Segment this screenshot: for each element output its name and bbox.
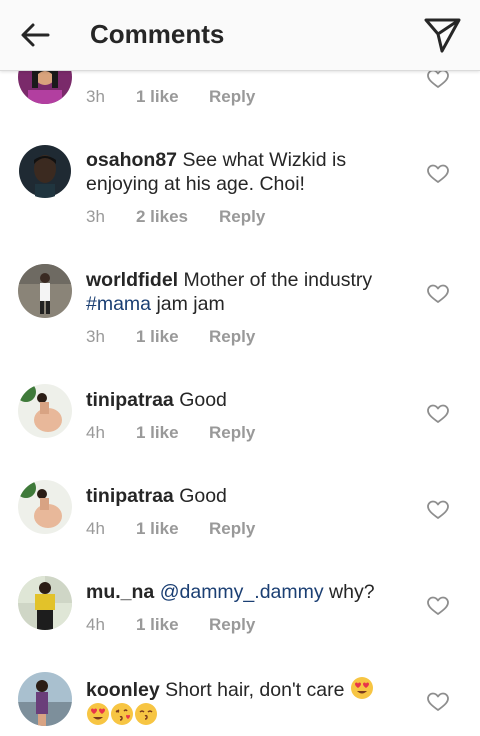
like-count[interactable]: 1 like [136, 519, 179, 539]
comment-text: mu._na @dammy_.dammy why? [86, 580, 416, 604]
avatar[interactable] [18, 480, 72, 534]
page-title: Comments [90, 19, 225, 49]
comment-text: tinipatraa Good [86, 388, 416, 412]
comment-item: koonley Short hair, don't care [0, 672, 480, 736]
comment-body: Good [179, 389, 227, 411]
heart-outline-icon[interactable] [427, 404, 449, 424]
avatar[interactable] [18, 144, 72, 198]
arrow-left-icon[interactable] [18, 18, 52, 52]
comment-username[interactable]: tinipatraa [86, 485, 174, 507]
comment-time: 3h [86, 207, 105, 226]
comment-item: tinipatraa Good 4h 1 like Reply [0, 384, 480, 464]
avatar[interactable] [18, 384, 72, 438]
comment-body: Good [179, 485, 227, 507]
comment-body: Short hair, don't care [165, 679, 345, 701]
kissing-heart-emoji [110, 702, 134, 726]
comment-text: tinipatraa Good [86, 484, 416, 508]
heart-outline-icon[interactable] [427, 164, 449, 184]
like-count[interactable]: 1 like [136, 423, 179, 443]
app-header: Comments [0, 0, 480, 71]
reply-button[interactable]: Reply [209, 87, 255, 107]
avatar[interactable] [18, 672, 72, 726]
like-count[interactable]: 1 like [136, 615, 179, 635]
heart-outline-icon[interactable] [427, 284, 449, 304]
reply-button[interactable]: Reply [209, 423, 255, 443]
like-count[interactable]: 2 likes [136, 207, 188, 227]
heart-outline-icon[interactable] [427, 500, 449, 520]
comment-text: osahon87 See what Wizkid is enjoying at … [86, 148, 416, 196]
heart-outline-icon[interactable] [427, 596, 449, 616]
comment-item: osahon87 See what Wizkid is enjoying at … [0, 144, 480, 244]
comment-time: 4h [86, 615, 105, 634]
comment-item: worldfidel Mother of the industry #mama j… [0, 264, 480, 364]
comment-username[interactable]: koonley [86, 679, 160, 701]
paper-plane-icon[interactable] [422, 16, 462, 54]
comment-item: mu._na @dammy_.dammy why? 4h 1 like Repl… [0, 576, 480, 656]
comment-body: why? [329, 581, 375, 603]
comment-time: 4h [86, 519, 105, 538]
reply-button[interactable]: Reply [219, 207, 265, 227]
comment-item: 3h 1 like Reply [0, 71, 480, 140]
heart-outline-icon[interactable] [427, 692, 449, 712]
like-count[interactable]: 1 like [136, 87, 179, 107]
comment-time: 3h [86, 327, 105, 346]
comment-username[interactable]: osahon87 [86, 149, 177, 171]
comment-time: 3h [86, 87, 105, 106]
reply-button[interactable]: Reply [209, 327, 255, 347]
comment-body-continued: jam jam [156, 293, 225, 315]
hashtag-link[interactable]: #mama [86, 293, 151, 315]
comment-username[interactable]: worldfidel [86, 269, 178, 291]
reply-button[interactable]: Reply [209, 519, 255, 539]
comment-body: Mother of the industry [183, 269, 373, 291]
kissing-smiling-emoji [134, 702, 158, 726]
heart-eyes-emoji [350, 677, 373, 699]
heart-eyes-emoji [87, 703, 109, 725]
comment-username[interactable]: mu._na [86, 581, 154, 603]
comment-text: koonley Short hair, don't care [86, 676, 416, 728]
avatar[interactable] [18, 576, 72, 630]
avatar[interactable] [18, 264, 72, 318]
avatar[interactable] [18, 71, 72, 104]
reply-button[interactable]: Reply [209, 615, 255, 635]
comment-item: tinipatraa Good 4h 1 like Reply [0, 480, 480, 560]
comment-username[interactable]: tinipatraa [86, 389, 174, 411]
comment-list: 3h 1 like Reply osahon87 See what Wizkid… [0, 71, 480, 736]
comment-time: 4h [86, 423, 105, 442]
comment-text: worldfidel Mother of the industry #mama j… [86, 268, 416, 316]
like-count[interactable]: 1 like [136, 327, 179, 347]
user-mention-link[interactable]: @dammy_.dammy [160, 581, 324, 603]
heart-outline-icon[interactable] [427, 71, 449, 89]
